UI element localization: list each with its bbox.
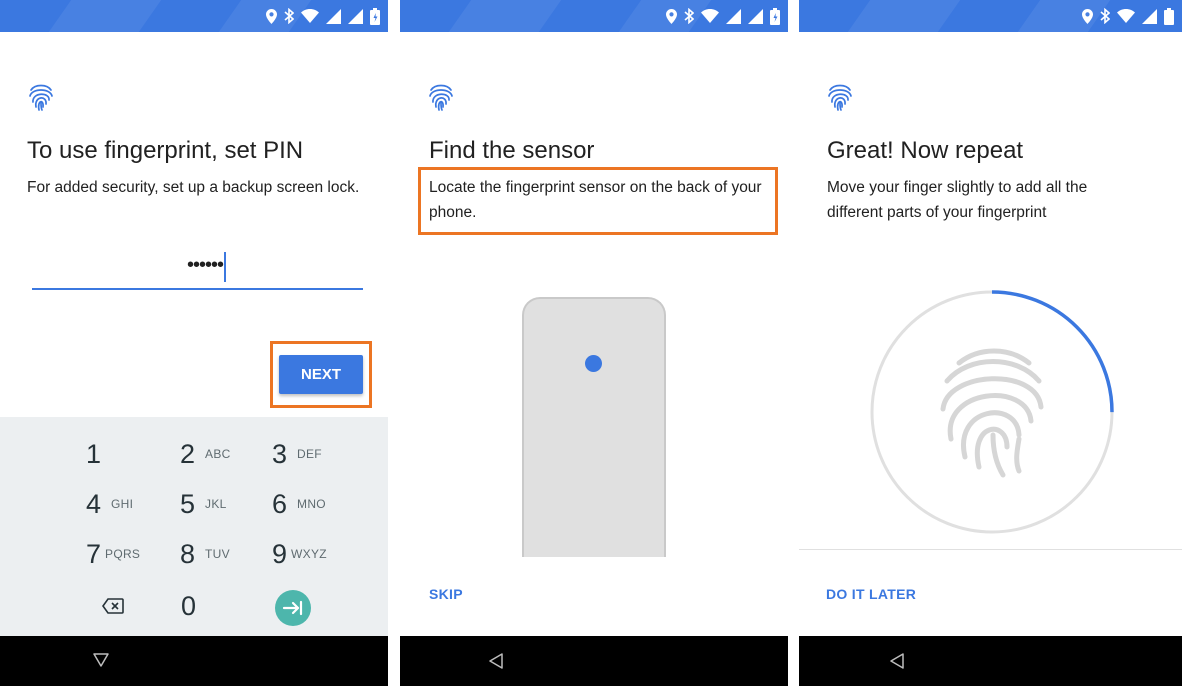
key-letters: DEF	[297, 447, 322, 461]
battery-icon	[770, 7, 780, 25]
highlight-box	[418, 167, 778, 235]
nav-bar	[799, 636, 1182, 686]
key-2[interactable]: 2 ABC	[180, 429, 231, 479]
enter-icon	[275, 590, 311, 626]
key-digit: 4	[86, 488, 102, 519]
sensor-dot	[585, 355, 602, 372]
key-letters: JKL	[205, 497, 227, 511]
pin-input[interactable]: ••••••	[32, 248, 363, 290]
key-letters: GHI	[111, 497, 134, 511]
key-1[interactable]: 1	[86, 429, 101, 479]
backspace-key[interactable]	[102, 581, 124, 631]
numeric-keypad: 1 2 ABC 3 DEF 4 GHI 5 JKL 6 MNO 7 PQRS 8 TUV 9W…	[0, 417, 388, 636]
bluetooth-icon	[284, 8, 294, 24]
key-digit: 7	[86, 538, 102, 569]
backspace-icon	[102, 598, 124, 614]
key-6[interactable]: 6 MNO	[272, 479, 326, 529]
status-bar	[400, 0, 788, 32]
fingerprint-icon	[828, 84, 852, 111]
set-pin-screen: To use fingerprint, set PIN For added se…	[0, 0, 388, 686]
key-3[interactable]: 3 DEF	[272, 429, 322, 479]
key-letters: WXYZ	[291, 547, 327, 561]
key-digit: 3	[272, 438, 288, 469]
bluetooth-icon	[684, 8, 694, 24]
key-digit: 1	[86, 438, 102, 469]
status-bar	[799, 0, 1182, 32]
location-icon	[1082, 8, 1093, 24]
page-title: Find the sensor	[429, 137, 595, 164]
key-letters: PQRS	[105, 547, 141, 561]
signal-icon	[726, 8, 741, 24]
signal-icon	[348, 8, 363, 24]
back-icon[interactable]	[489, 653, 503, 669]
key-4[interactable]: 4 GHI	[86, 479, 133, 529]
divider	[799, 549, 1182, 550]
key-digit: 8	[180, 538, 196, 569]
page-subtitle: Move your finger slightly to add all the…	[827, 179, 1088, 221]
page-subtitle: For added security, set up a backup scre…	[27, 179, 360, 196]
phone-illustration	[522, 297, 666, 557]
key-digit: 5	[180, 488, 196, 519]
do-it-later-button[interactable]: DO IT LATER	[826, 586, 916, 602]
signal-icon	[748, 8, 763, 24]
key-0[interactable]: 0	[181, 581, 196, 631]
back-icon[interactable]	[890, 653, 904, 669]
key-letters: TUV	[205, 547, 230, 561]
pin-value: ••••••	[186, 254, 224, 276]
key-digit: 0	[181, 590, 197, 621]
location-icon	[266, 8, 277, 24]
text-caret	[224, 252, 226, 282]
battery-icon	[370, 7, 380, 25]
wifi-icon	[1117, 9, 1135, 23]
skip-button[interactable]: SKIP	[429, 586, 463, 602]
key-8[interactable]: 8 TUV	[180, 529, 230, 579]
back-icon[interactable]	[93, 653, 109, 667]
signal-icon	[326, 8, 341, 24]
find-sensor-screen: Find the sensor Locate the fingerprint s…	[400, 0, 788, 686]
key-5[interactable]: 5 JKL	[180, 479, 227, 529]
page-title: Great! Now repeat	[827, 137, 1024, 164]
enter-key[interactable]	[275, 583, 311, 633]
nav-bar	[0, 636, 388, 686]
fingerprint-graphic	[940, 348, 1044, 478]
fingerprint-icon	[29, 84, 53, 111]
page-title: To use fingerprint, set PIN	[27, 137, 304, 164]
key-9[interactable]: 9 WXYZ	[272, 529, 327, 579]
wifi-icon	[701, 9, 719, 23]
nav-bar	[400, 636, 788, 686]
location-icon	[666, 8, 677, 24]
key-letters: MNO	[297, 497, 326, 511]
wifi-icon	[301, 9, 319, 23]
signal-icon	[1142, 8, 1157, 24]
key-digit: 6	[272, 488, 288, 519]
fingerprint-icon	[429, 84, 453, 111]
enrollment-progress-ring	[870, 290, 1114, 534]
next-button[interactable]: NEXT	[279, 355, 363, 394]
enroll-repeat-screen: Great! Now repeat Move your finger sligh…	[799, 0, 1182, 686]
bluetooth-icon	[1100, 8, 1110, 24]
status-bar	[0, 0, 388, 32]
key-digit: 2	[180, 438, 196, 469]
key-7[interactable]: 7 PQRS	[86, 529, 140, 579]
battery-icon	[1164, 7, 1174, 25]
key-digit: 9	[272, 538, 288, 569]
key-letters: ABC	[205, 447, 231, 461]
